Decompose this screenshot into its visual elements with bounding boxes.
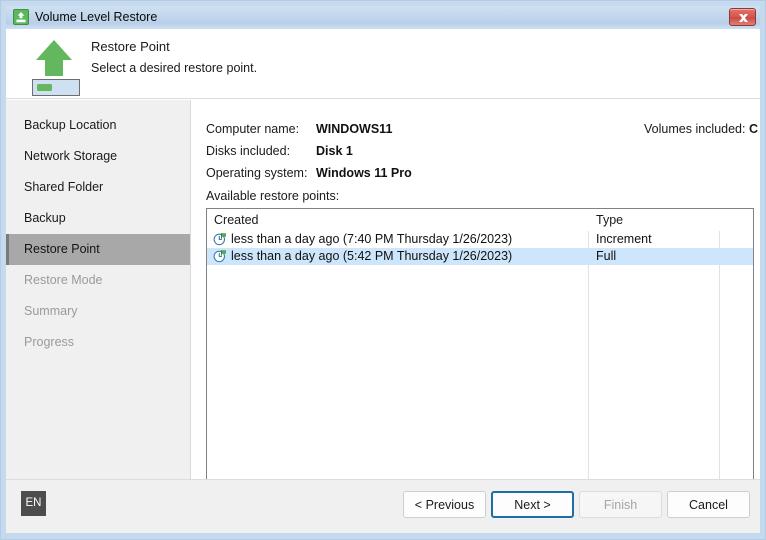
- operating-system-label: Operating system:: [206, 166, 308, 180]
- sidebar-item-restore-point[interactable]: Restore Point: [6, 234, 190, 265]
- close-button[interactable]: [729, 8, 756, 26]
- page-title: Restore Point: [91, 39, 170, 54]
- sidebar-item-restore-mode: Restore Mode: [6, 265, 190, 296]
- volume-restore-icon: [13, 9, 29, 25]
- sidebar-item-backup-location[interactable]: Backup Location: [6, 110, 190, 141]
- operating-system-value: Windows 11 Pro: [316, 166, 412, 180]
- sidebar-item-label: Network Storage: [24, 149, 118, 163]
- green-up-arrow-volume-icon: [23, 34, 85, 96]
- close-icon: [739, 14, 748, 22]
- restore-point-type: Increment: [596, 232, 652, 246]
- table-row[interactable]: less than a day ago (7:40 PM Thursday 1/…: [207, 231, 753, 248]
- restore-point-created: less than a day ago (5:42 PM Thursday 1/…: [231, 249, 513, 263]
- volumes-included-label: Volumes included:: [644, 122, 746, 136]
- restore-points-list[interactable]: Created Type less than a day ago (7:40 P…: [206, 208, 754, 484]
- list-column-headers: Created Type: [207, 209, 753, 231]
- sidebar-item-backup[interactable]: Backup: [6, 203, 190, 234]
- sidebar-item-progress: Progress: [6, 327, 190, 358]
- sidebar-item-label: Summary: [24, 304, 78, 318]
- volumes-included-row: Volumes included: C: [644, 122, 758, 136]
- window-title: Volume Level Restore: [35, 10, 158, 24]
- restore-point-clock-icon: [213, 232, 227, 246]
- sidebar-item-label: Restore Mode: [24, 273, 103, 287]
- dialog-footer: EN < Previous Next > Finish Cancel: [6, 479, 760, 533]
- header-banner: Restore Point Select a desired restore p…: [6, 29, 760, 99]
- sidebar-item-label: Shared Folder: [24, 180, 104, 194]
- language-indicator[interactable]: EN: [21, 491, 46, 516]
- restore-point-created: less than a day ago (7:40 PM Thursday 1/…: [231, 232, 513, 246]
- sidebar-item-shared-folder[interactable]: Shared Folder: [6, 172, 190, 203]
- sidebar-item-network-storage[interactable]: Network Storage: [6, 141, 190, 172]
- column-header-type[interactable]: Type: [596, 209, 623, 231]
- sidebar-item-label: Progress: [24, 335, 75, 349]
- page-subtitle: Select a desired restore point.: [91, 61, 258, 75]
- main-content: Computer name: WINDOWS11 Disks included:…: [192, 100, 760, 484]
- sidebar-item-label: Backup Location: [24, 118, 117, 132]
- available-restore-points-label: Available restore points:: [206, 189, 340, 203]
- table-row[interactable]: less than a day ago (5:42 PM Thursday 1/…: [207, 248, 753, 265]
- sidebar-item-label: Backup: [24, 211, 66, 225]
- sidebar-item-summary: Summary: [6, 296, 190, 327]
- dialog-window: Volume Level Restore Restore Point Selec…: [0, 0, 766, 540]
- disks-included-value: Disk 1: [316, 144, 353, 158]
- previous-button[interactable]: < Previous: [403, 491, 486, 518]
- column-header-created[interactable]: Created: [214, 209, 258, 231]
- volumes-included-value: C: [748, 122, 758, 136]
- restore-point-type: Full: [596, 249, 617, 263]
- computer-name-value: WINDOWS11: [316, 122, 393, 136]
- sidebar-item-label: Restore Point: [24, 242, 100, 256]
- disks-included-label: Disks included:: [206, 144, 291, 158]
- dialog-inner: Volume Level Restore Restore Point Selec…: [6, 6, 760, 533]
- next-button[interactable]: Next >: [491, 491, 574, 518]
- restore-point-clock-icon: [213, 249, 227, 263]
- computer-name-label: Computer name:: [206, 122, 300, 136]
- title-bar[interactable]: Volume Level Restore: [6, 6, 760, 29]
- finish-button: Finish: [579, 491, 662, 518]
- wizard-steps-sidebar: Backup Location Network Storage Shared F…: [6, 100, 191, 480]
- cancel-button[interactable]: Cancel: [667, 491, 750, 518]
